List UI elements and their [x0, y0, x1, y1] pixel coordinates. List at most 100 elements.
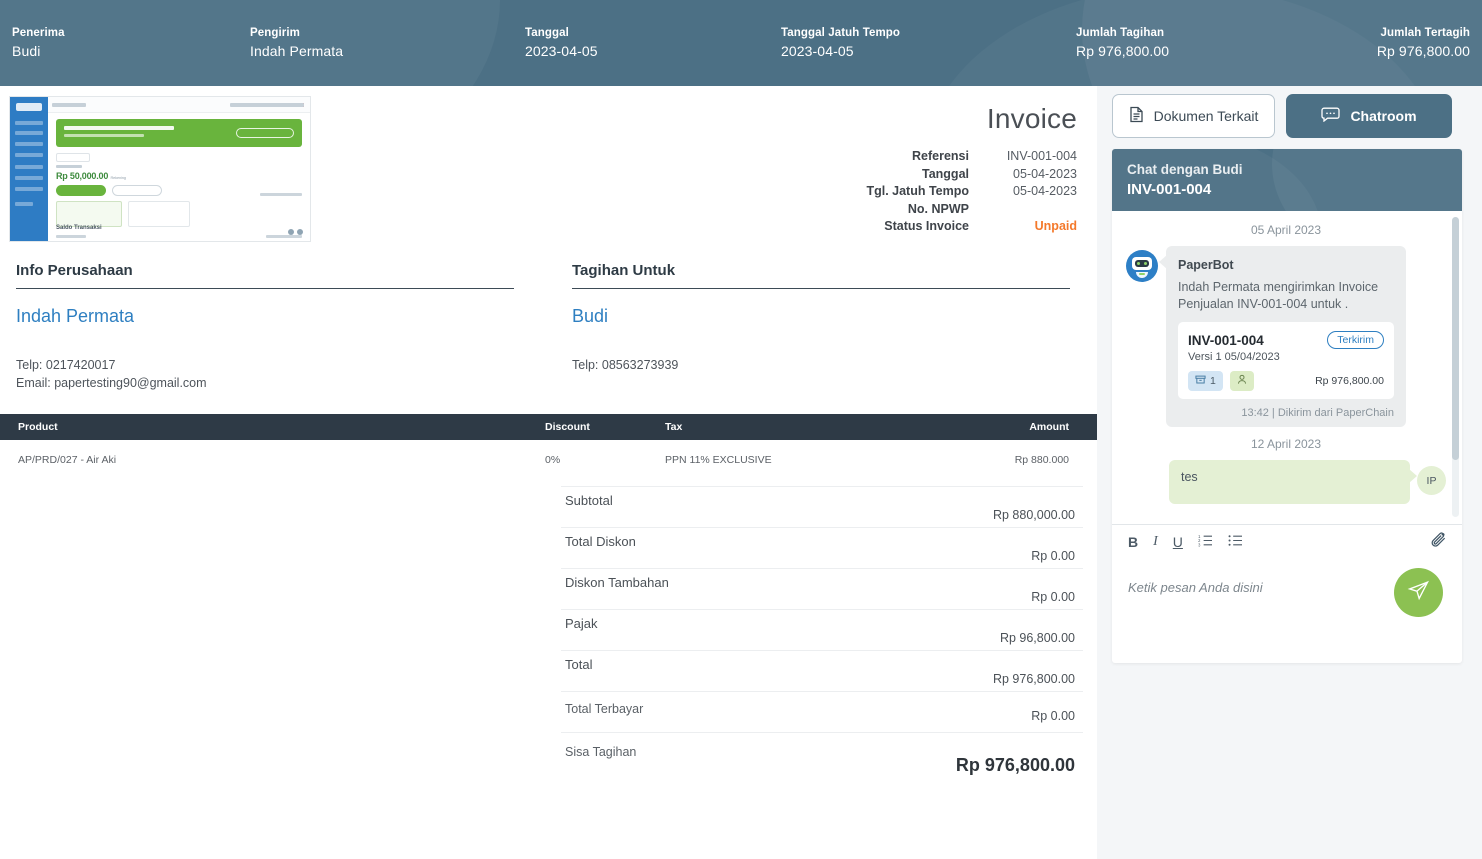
- totals-label: Subtotal: [565, 493, 613, 508]
- attachment-bottom-row: 1 Rp 976,800.00: [1188, 371, 1384, 391]
- preview-balance-amount: Rp 50,000.00 Rekening: [56, 171, 126, 181]
- layout-gap: [1097, 86, 1108, 859]
- preview-action-secondary: [112, 185, 162, 196]
- header-cell-pengirim: Pengirim Indah Permata: [250, 25, 525, 61]
- preview-nav-item: [15, 202, 33, 206]
- send-message-button[interactable]: [1394, 568, 1443, 617]
- meta-key: Referensi: [912, 149, 969, 163]
- document-top-section: Rp 50,000.00 Rekening Saldo Transaksi In…: [0, 86, 1097, 242]
- header-cell-tanggal-jatuh-tempo: Tanggal Jatuh Tempo 2023-04-05: [781, 25, 1076, 61]
- header-value: 2023-04-05: [525, 43, 598, 59]
- preview-nav-item: [15, 165, 43, 169]
- dashboard-preview-thumbnail[interactable]: Rp 50,000.00 Rekening Saldo Transaksi: [9, 96, 311, 242]
- chat-date-divider: 05 April 2023: [1250, 223, 1322, 237]
- chat-bubble-outgoing: tes: [1169, 460, 1417, 504]
- message-composer[interactable]: Ketik pesan Anda disini: [1112, 558, 1462, 663]
- header-cell-jumlah-tagihan: Jumlah Tagihan Rp 976,800.00: [1076, 25, 1314, 61]
- attachment-status-badge: Terkirim: [1327, 331, 1384, 349]
- totals-label: Total: [565, 657, 593, 672]
- preview-topbar-item: [264, 103, 304, 107]
- invoice-meta-table: Referensi INV-001-004 Tanggal 05-04-2023…: [677, 148, 1077, 236]
- company-phone: Telp: 0217420017: [16, 358, 116, 372]
- preview-banner-sub: [64, 134, 144, 137]
- preview-banner: [56, 119, 302, 147]
- cell-amount: Rp 880.000: [1014, 454, 1069, 466]
- billto-contact-lines: Telp: 08563273939: [572, 357, 1070, 375]
- company-info-block: Info Perusahaan Indah Permata Telp: 0217…: [16, 262, 514, 392]
- company-email: Email: papertesting90@gmail.com: [16, 375, 207, 390]
- preview-logo-icon: [16, 103, 42, 111]
- page-title: Invoice: [986, 103, 1077, 134]
- attachment-invoice-number: INV-001-004: [1188, 332, 1264, 348]
- chat-message-list[interactable]: 05 April 2023 PaperBot Indah Permata men…: [1112, 211, 1462, 524]
- paperbot-avatar-icon: [1126, 250, 1158, 282]
- italic-button[interactable]: I: [1153, 534, 1158, 549]
- totals-row-pajak: Pajak Rp 96,800.00: [561, 609, 1083, 650]
- totals-label: Pajak: [565, 616, 598, 631]
- bold-button[interactable]: B: [1128, 535, 1138, 549]
- company-name-link[interactable]: Indah Permata: [16, 306, 514, 327]
- bullet-list-icon[interactable]: [1228, 534, 1243, 549]
- totals-row-diskon-tambahan: Diskon Tambahan Rp 0.00: [561, 568, 1083, 609]
- column-header-product: Product: [18, 421, 58, 433]
- status-badge: Unpaid: [1034, 219, 1077, 233]
- meta-row: Status Invoice Unpaid: [677, 218, 1077, 236]
- header-value: Rp 976,800.00: [1376, 43, 1470, 59]
- preview-line: [266, 235, 302, 238]
- totals-value: Rp 976,800.00: [955, 755, 1075, 775]
- header-label: Tanggal: [525, 27, 569, 39]
- totals-value: Rp 96,800.00: [999, 631, 1075, 645]
- preview-nav-item: [15, 187, 43, 191]
- preview-tab: [56, 153, 90, 162]
- underline-button[interactable]: U: [1173, 535, 1183, 549]
- right-panel: Dokumen Terkait Chatroom Chat dengan Bud…: [1108, 86, 1482, 859]
- chat-sender-name: PaperBot: [1178, 258, 1234, 272]
- chat-invoice-attachment-card[interactable]: INV-001-004 Terkirim Versi 1 05/04/2023: [1178, 322, 1394, 399]
- header-cell-penerima: Penerima Budi: [12, 25, 250, 61]
- chat-message-meta: 13:42 | Dikirim dari PaperChain: [1241, 407, 1394, 419]
- totals-value: Rp 880,000.00: [992, 508, 1075, 522]
- chatroom-button[interactable]: Chatroom: [1286, 94, 1452, 138]
- attachment-doc-count-pill: 1: [1188, 371, 1223, 391]
- header-label: Jumlah Tagihan: [1076, 27, 1165, 39]
- invoice-document-card: Rp 50,000.00 Rekening Saldo Transaksi In…: [0, 86, 1097, 859]
- table-row: AP/PRD/027 - Air Aki 0% PPN 11% EXCLUSIV…: [0, 440, 1097, 480]
- company-info-heading: Info Perusahaan: [16, 262, 514, 289]
- totals-label: Diskon Tambahan: [565, 575, 669, 590]
- totals-row-total-terbayar: Total Terbayar Rp 0.00: [561, 691, 1083, 732]
- preview-action-primary: [56, 185, 106, 196]
- meta-key: Tanggal: [922, 166, 969, 181]
- preview-nav-item: [15, 176, 43, 180]
- meta-value: [977, 201, 1077, 219]
- page-stage: Rp 50,000.00 Rekening Saldo Transaksi In…: [0, 86, 1482, 859]
- dokumen-terkait-label: Dokumen Terkait: [1153, 108, 1259, 124]
- totals-label: Total Diskon: [565, 534, 636, 549]
- chat-scrollbar[interactable]: [1452, 217, 1459, 517]
- totals-value: Rp 0.00: [1031, 590, 1075, 604]
- meta-key: No. NPWP: [907, 201, 969, 216]
- chat-bubble-icon: [1321, 107, 1341, 125]
- attach-file-icon[interactable]: [1429, 531, 1448, 553]
- preview-banner-title: [64, 126, 174, 130]
- invoice-title-block: Invoice Referensi INV-001-004 Tanggal 05…: [677, 96, 1077, 236]
- preview-nav-item: [15, 131, 43, 135]
- line-items-table: Product Discount Tax Amount AP/PRD/027 -…: [0, 414, 1097, 480]
- preview-nav-item: [15, 142, 43, 146]
- preview-card-white: [128, 201, 190, 227]
- header-label: Jumlah Tertagih: [1380, 27, 1470, 39]
- svg-text:3: 3: [1198, 542, 1201, 547]
- meta-key: Tgl. Jatuh Tempo: [866, 184, 969, 198]
- dokumen-terkait-button[interactable]: Dokumen Terkait: [1112, 94, 1275, 138]
- totals-value: Rp 0.00: [1031, 549, 1075, 563]
- chat-scrollbar-thumb[interactable]: [1452, 217, 1459, 460]
- chatroom-label: Chatroom: [1350, 108, 1417, 124]
- preview-topbar-item: [310, 103, 311, 107]
- meta-value: 05-04-2023: [1013, 184, 1077, 198]
- attachment-amount: Rp 976,800.00: [1315, 375, 1384, 387]
- header-summary-cells: Penerima Budi Pengirim Indah Permata Tan…: [0, 0, 1482, 86]
- chat-message-incoming: PaperBot Indah Permata mengirimkan Invoi…: [1126, 246, 1446, 427]
- header-label: Pengirim: [250, 27, 301, 39]
- ordered-list-icon[interactable]: 1 2 3: [1198, 534, 1213, 549]
- party-info-columns: Info Perusahaan Indah Permata Telp: 0217…: [0, 242, 1097, 392]
- billto-name-link[interactable]: Budi: [572, 306, 1070, 327]
